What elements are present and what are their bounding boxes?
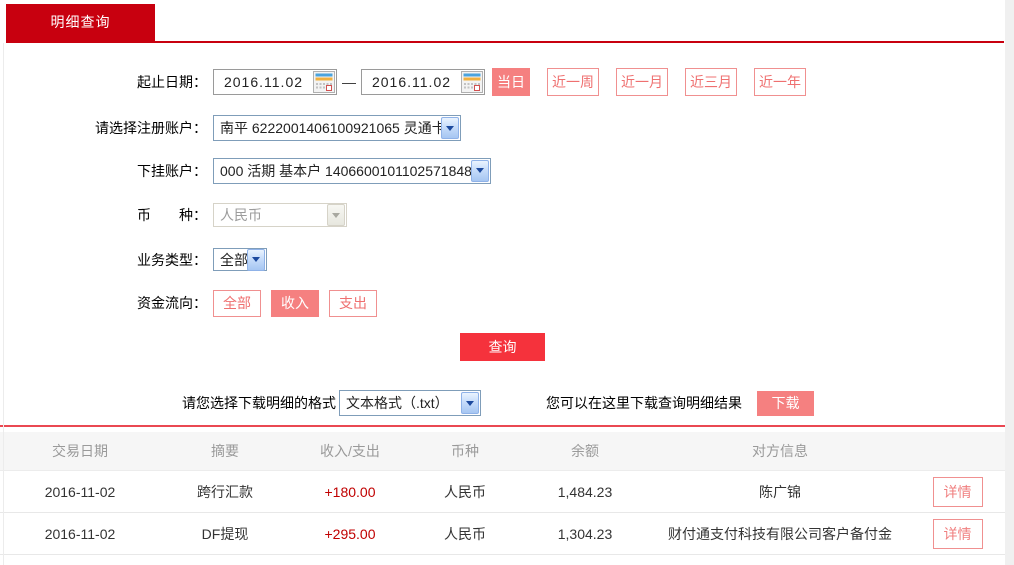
page-right-gutter bbox=[1005, 0, 1014, 565]
header-date: 交易日期 bbox=[0, 441, 160, 461]
quick-range-today-button[interactable]: 当日 bbox=[492, 68, 530, 96]
query-button-row: 查询 bbox=[0, 333, 1005, 361]
cell-summary: 跨行汇款 bbox=[160, 482, 290, 502]
business-type-row: 业务类型： 全部 bbox=[0, 248, 1005, 271]
cell-currency: 人民币 bbox=[410, 524, 520, 544]
sub-account-value: 000 活期 基本户 1406600101102571848 bbox=[214, 161, 471, 181]
sub-account-select[interactable]: 000 活期 基本户 1406600101102571848 bbox=[213, 158, 491, 184]
registered-account-select[interactable]: 南平 6222001406100921065 灵通卡 bbox=[213, 115, 461, 141]
currency-select: 人民币 bbox=[213, 203, 347, 227]
query-form: 起止日期： 2016.11.02 — bbox=[0, 0, 1005, 416]
cell-currency: 人民币 bbox=[410, 482, 520, 502]
fund-flow-row: 资金流向： 全部 收入 支出 bbox=[0, 290, 1005, 316]
cell-balance: 1,304.23 bbox=[520, 526, 650, 542]
query-button[interactable]: 查询 bbox=[460, 333, 545, 361]
business-type-label: 业务类型： bbox=[0, 250, 213, 270]
table-top-divider bbox=[0, 425, 1005, 427]
detail-button[interactable]: 详情 bbox=[933, 477, 983, 507]
cell-counterparty: 陈广锦 bbox=[650, 482, 910, 502]
download-format-value: 文本格式（.txt） bbox=[340, 393, 461, 413]
start-date-input[interactable]: 2016.11.02 bbox=[213, 69, 337, 95]
registered-account-row: 请选择注册账户： 南平 6222001406100921065 灵通卡 bbox=[0, 115, 1005, 141]
calendar-icon[interactable] bbox=[461, 71, 483, 93]
registered-account-value: 南平 6222001406100921065 灵通卡 bbox=[214, 118, 441, 138]
calendar-icon[interactable] bbox=[313, 71, 335, 93]
end-date-input[interactable]: 2016.11.02 bbox=[361, 69, 485, 95]
chevron-down-icon[interactable] bbox=[471, 160, 489, 182]
cell-date: 2016-11-02 bbox=[0, 526, 160, 542]
fund-flow-all-button[interactable]: 全部 bbox=[213, 290, 261, 317]
cell-balance: 1,484.23 bbox=[520, 484, 650, 500]
cell-amount: +295.00 bbox=[290, 526, 410, 542]
fund-flow-expense-button[interactable]: 支出 bbox=[329, 290, 377, 317]
date-range-separator: — bbox=[342, 74, 356, 90]
chevron-down-icon[interactable] bbox=[247, 249, 265, 271]
business-type-value: 全部 bbox=[214, 250, 247, 270]
download-hint: 您可以在这里下载查询明细结果 bbox=[546, 393, 742, 413]
end-date-value: 2016.11.02 bbox=[362, 74, 461, 90]
cell-date: 2016-11-02 bbox=[0, 484, 160, 500]
date-range-label: 起止日期： bbox=[0, 72, 213, 92]
fund-flow-label: 资金流向： bbox=[0, 293, 213, 313]
chevron-down-icon bbox=[327, 204, 345, 226]
header-balance: 余额 bbox=[520, 441, 650, 461]
cell-summary: DF提现 bbox=[160, 524, 290, 544]
page-left-border bbox=[3, 43, 4, 565]
chevron-down-icon[interactable] bbox=[461, 392, 479, 414]
table-row: 2016-11-02 DF提现 +295.00 人民币 1,304.23 财付通… bbox=[0, 513, 1005, 555]
date-range-row: 起止日期： 2016.11.02 — bbox=[0, 68, 1005, 96]
table-row: 2016-11-02 跨行汇款 +180.00 人民币 1,484.23 陈广锦… bbox=[0, 471, 1005, 513]
download-button[interactable]: 下载 bbox=[757, 391, 814, 416]
quick-range-week-button[interactable]: 近一周 bbox=[547, 68, 599, 96]
table-header: 交易日期 摘要 收入/支出 币种 余额 对方信息 bbox=[0, 432, 1005, 471]
currency-value: 人民币 bbox=[214, 205, 327, 225]
chevron-down-icon[interactable] bbox=[441, 117, 459, 139]
header-summary: 摘要 bbox=[160, 441, 290, 461]
quick-range-month-button[interactable]: 近一月 bbox=[616, 68, 668, 96]
quick-range-year-button[interactable]: 近一年 bbox=[754, 68, 806, 96]
currency-row: 币 种： 人民币 bbox=[0, 203, 1005, 227]
header-amount: 收入/支出 bbox=[290, 441, 410, 461]
start-date-value: 2016.11.02 bbox=[214, 74, 313, 90]
detail-query-page: 明细查询 起止日期： 2016.11.02 bbox=[0, 0, 1005, 555]
registered-account-label: 请选择注册账户： bbox=[0, 118, 213, 138]
tab-underline bbox=[6, 41, 1004, 43]
sub-account-label: 下挂账户： bbox=[0, 161, 213, 181]
detail-button[interactable]: 详情 bbox=[933, 519, 983, 549]
business-type-select[interactable]: 全部 bbox=[213, 248, 267, 271]
cell-amount: +180.00 bbox=[290, 484, 410, 500]
tab-detail-query[interactable]: 明细查询 bbox=[6, 4, 155, 41]
sub-account-row: 下挂账户： 000 活期 基本户 1406600101102571848 bbox=[0, 158, 1005, 183]
fund-flow-income-button[interactable]: 收入 bbox=[271, 290, 319, 317]
header-currency: 币种 bbox=[410, 441, 520, 461]
download-format-label: 请您选择下载明细的格式 bbox=[182, 393, 336, 413]
download-row: 请您选择下载明细的格式 文本格式（.txt） 您可以在这里下载查询明细结果 下载 bbox=[182, 390, 1005, 416]
currency-label: 币 种： bbox=[0, 205, 213, 225]
download-format-select[interactable]: 文本格式（.txt） bbox=[339, 390, 481, 416]
quick-range-3months-button[interactable]: 近三月 bbox=[685, 68, 737, 96]
header-counterparty: 对方信息 bbox=[650, 441, 910, 461]
cell-counterparty: 财付通支付科技有限公司客户备付金 bbox=[650, 524, 910, 544]
